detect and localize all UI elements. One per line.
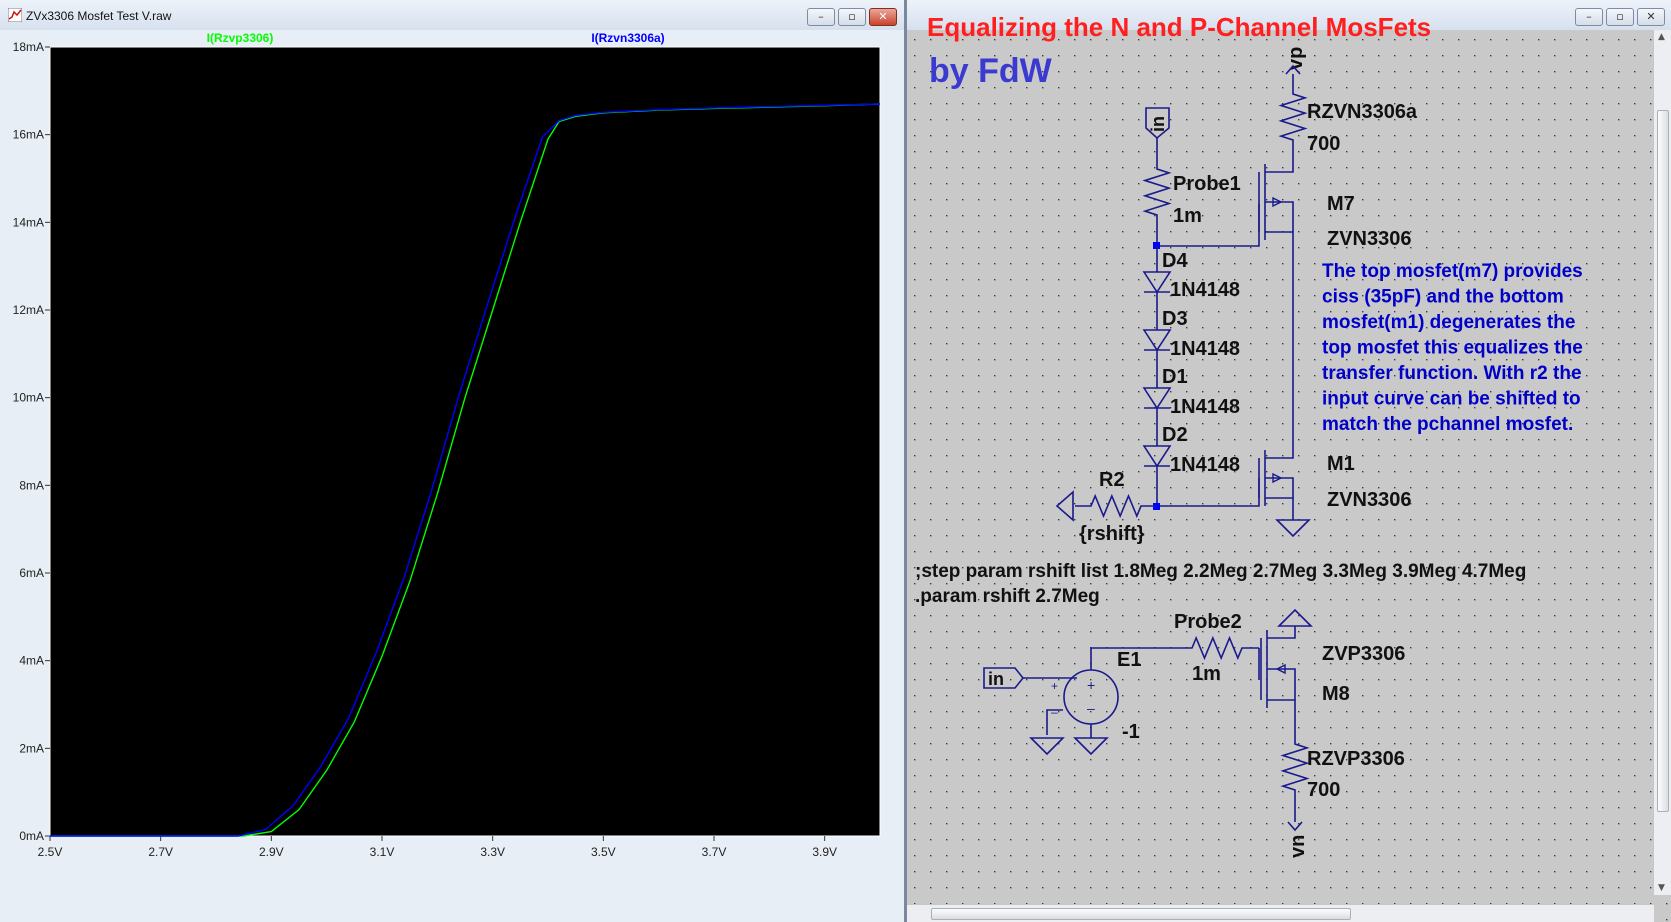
plot-area[interactable]: 0mA 2mA 4mA 6mA 8mA 10mA 12mA 14mA 16mA 18mA 2.5V 2… — [0, 30, 904, 922]
scroll-down-arrow-icon[interactable]: ▼ — [1658, 883, 1665, 893]
y-tick-label: 2mA — [19, 741, 44, 755]
x-tick-label: 3.3V — [480, 845, 505, 859]
label-e1-value: -1 — [1122, 721, 1140, 743]
x-tick-label: 3.9V — [812, 845, 837, 859]
label-vn: vn — [1287, 835, 1309, 858]
x-tick-label: 2.7V — [148, 845, 173, 859]
label-r2-value: {rshift} — [1079, 523, 1145, 545]
label-rzvp-name: RZVP3306 — [1307, 748, 1405, 770]
y-tick-label: 18mA — [13, 40, 44, 54]
note-line: mosfet(m1) degenerates the — [1322, 312, 1575, 333]
vertical-scrollbar[interactable]: ▲ ▼ — [1653, 30, 1671, 895]
y-tick-label: 8mA — [19, 478, 44, 492]
label-in-top: in — [1148, 116, 1168, 132]
y-tick-label: 10mA — [13, 391, 44, 405]
label-m8-name: M8 — [1322, 683, 1350, 705]
label-probe2-value: 1m — [1192, 663, 1221, 685]
waveform-app-icon — [8, 8, 22, 22]
label-d4-name: D4 — [1162, 250, 1188, 272]
label-d4-model: 1N4148 — [1170, 279, 1240, 301]
y-tick-label: 4mA — [19, 654, 44, 668]
close-button[interactable]: ✕ — [869, 8, 897, 26]
x-tick-label: 2.5V — [38, 845, 63, 859]
waveform-titlebar[interactable]: ZVx3306 Mosfet Test V.raw – ▫ ✕ — [0, 0, 904, 30]
label-m7-model: ZVN3306 — [1327, 228, 1412, 250]
label-step-directive: ;step param rshift list 1.8Meg 2.2Meg 2.… — [915, 561, 1526, 582]
label-m1-model: ZVN3306 — [1327, 489, 1412, 511]
note-line: input curve can be shifted to — [1322, 389, 1581, 410]
schematic-author: by FdW — [929, 52, 1053, 90]
label-d3-name: D3 — [1162, 308, 1188, 330]
horizontal-scroll-thumb[interactable] — [931, 908, 1351, 920]
maximize-button[interactable]: ▫ — [838, 8, 866, 26]
legend-i-rzvn3306a-: I(Rzvn3306a) — [591, 31, 664, 45]
plot-frame — [49, 46, 881, 837]
label-e1-name: E1 — [1117, 649, 1141, 671]
label-in-bottom: in — [988, 669, 1004, 689]
label-rzvp-value: 700 — [1307, 779, 1340, 801]
label-d1-name: D1 — [1162, 366, 1188, 388]
e1-in-plus-icon: + — [1051, 679, 1058, 693]
x-tick-label: 3.1V — [370, 845, 395, 859]
y-tick-label: 12mA — [13, 303, 44, 317]
label-rzvn-value: 700 — [1307, 133, 1340, 155]
vertical-scroll-thumb[interactable] — [1657, 110, 1669, 812]
y-tick-label: 6mA — [19, 566, 44, 580]
label-probe1-name: Probe1 — [1173, 173, 1241, 195]
label-vp: vp — [1285, 47, 1307, 70]
horizontal-scrollbar[interactable] — [907, 904, 1654, 922]
label-param-directive: .param rshift 2.7Meg — [915, 586, 1100, 607]
minimize-button[interactable]: – — [807, 8, 835, 26]
waveform-window: ZVx3306 Mosfet Test V.raw – ▫ ✕ 0mA 2mA 4m… — [0, 0, 905, 922]
note-line: The top mosfet(m7) provides — [1322, 261, 1583, 282]
label-d2-name: D2 — [1162, 424, 1188, 446]
y-tick-label: 0mA — [19, 829, 44, 843]
label-probe1-value: 1m — [1173, 205, 1202, 227]
x-tick-label: 3.5V — [591, 845, 616, 859]
note-line: transfer function. With r2 the — [1322, 363, 1582, 384]
label-zvp-model: ZVP3306 — [1322, 643, 1405, 665]
e1-in-minus-icon: – — [1051, 705, 1058, 719]
y-tick-label: 14mA — [13, 215, 44, 229]
waveform-window-title: ZVx3306 Mosfet Test V.raw — [26, 9, 172, 23]
note-line: ciss (35pF) and the bottom — [1322, 287, 1564, 308]
note-line: match the pchannel mosfet. — [1322, 414, 1573, 435]
x-tick-label: 3.7V — [702, 845, 727, 859]
x-tick-label: 2.9V — [259, 845, 284, 859]
note-line: top mosfet this equalizes the — [1322, 338, 1583, 359]
e1-minus-sign-icon: – — [1087, 700, 1095, 716]
schematic-title: Equalizing the N and P-Channel MosFets — [927, 12, 1431, 42]
label-d3-model: 1N4148 — [1170, 338, 1240, 360]
label-r2-name: R2 — [1099, 469, 1125, 491]
label-d2-model: 1N4148 — [1170, 454, 1240, 476]
y-tick-label: 16mA — [13, 128, 44, 142]
schematic-canvas[interactable]: Equalizing the N and P-Channel MosFets by… — [907, 0, 1671, 922]
legend-i-rzvp3306-: I(Rzvp3306) — [207, 31, 274, 45]
label-rzvn-name: RZVN3306a — [1307, 101, 1418, 123]
schematic-window: – ▫ ✕ Equalizing the N and P-Channel Mos… — [905, 0, 1671, 922]
label-d1-model: 1N4148 — [1170, 396, 1240, 418]
label-probe2-name: Probe2 — [1174, 611, 1242, 633]
label-m7-name: M7 — [1327, 193, 1355, 215]
label-m1-name: M1 — [1327, 453, 1355, 475]
scroll-up-arrow-icon[interactable]: ▲ — [1658, 32, 1665, 42]
waveform-chart[interactable]: 0mA 2mA 4mA 6mA 8mA 10mA 12mA 14mA 16mA 18mA 2.5V 2… — [0, 30, 904, 922]
e1-plus-sign-icon: + — [1087, 677, 1095, 693]
